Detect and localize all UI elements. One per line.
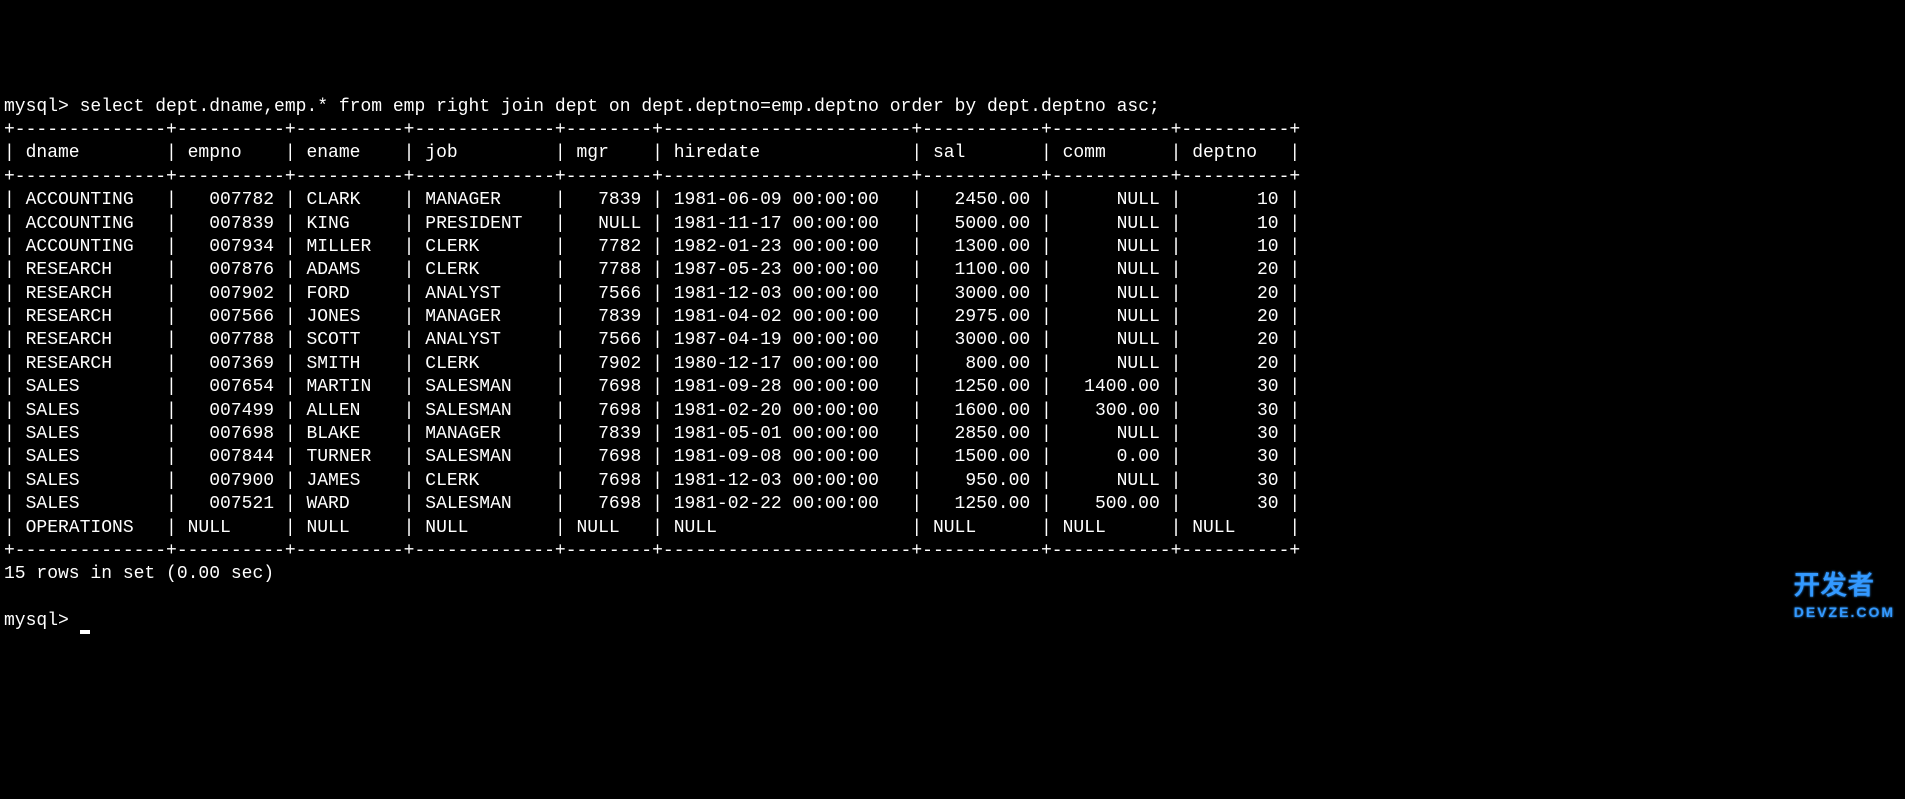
result-table: +--------------+----------+----------+--… xyxy=(4,120,1300,561)
sql-prompt: mysql> xyxy=(4,97,80,117)
watermark-sub: DEVZE.COM xyxy=(1794,603,1895,621)
cursor-icon xyxy=(80,630,90,634)
watermark: 开发者 DEVZE.COM xyxy=(1794,569,1895,621)
next-prompt[interactable]: mysql> xyxy=(4,611,90,631)
sql-query: select dept.dname,emp.* from emp right j… xyxy=(80,97,1160,117)
watermark-main: 开发者 xyxy=(1794,570,1875,600)
result-footer: 15 rows in set (0.00 sec) xyxy=(4,564,274,584)
terminal-output[interactable]: mysql> select dept.dname,emp.* from emp … xyxy=(0,94,1905,636)
